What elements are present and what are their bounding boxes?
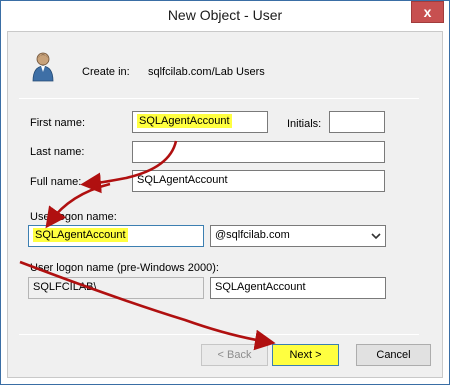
domain-select[interactable]: @sqlfcilab.com <box>210 225 386 247</box>
pre2000-domain-field: SQLFCILAB\ <box>28 277 204 299</box>
pre2000-name-field[interactable]: SQLAgentAccount <box>210 277 386 299</box>
cancel-button[interactable]: Cancel <box>356 344 431 366</box>
logon-name-field[interactable]: SQLAgentAccount <box>28 225 204 247</box>
window-title: New Object - User <box>167 7 283 23</box>
next-button[interactable]: Next > <box>272 344 339 366</box>
close-button[interactable]: x <box>411 1 444 23</box>
pre2000-label: User logon name (pre-Windows 2000): <box>30 262 219 274</box>
close-icon: x <box>423 4 432 20</box>
first-name-field[interactable]: SQLAgentAccount <box>132 111 268 133</box>
last-name-label: Last name: <box>30 146 85 158</box>
last-name-field[interactable] <box>132 141 385 163</box>
logon-name-value: SQLAgentAccount <box>33 228 128 242</box>
initials-label: Initials: <box>287 118 322 130</box>
create-in-value: sqlfcilab.com/Lab Users <box>148 66 265 78</box>
user-icon <box>32 52 54 82</box>
dialog-body <box>7 31 443 378</box>
full-name-field[interactable]: SQLAgentAccount <box>132 170 385 192</box>
chevron-down-icon <box>371 233 381 240</box>
full-name-label: Full name: <box>30 176 82 188</box>
initials-field[interactable] <box>329 111 385 133</box>
domain-value: @sqlfcilab.com <box>215 229 290 241</box>
create-in-label: Create in: <box>82 66 130 78</box>
first-name-value: SQLAgentAccount <box>137 114 232 128</box>
divider <box>19 98 419 99</box>
logon-name-label: User logon name: <box>30 211 117 223</box>
first-name-label: First name: <box>30 117 86 129</box>
back-button[interactable]: < Back <box>201 344 268 366</box>
divider <box>19 334 419 335</box>
